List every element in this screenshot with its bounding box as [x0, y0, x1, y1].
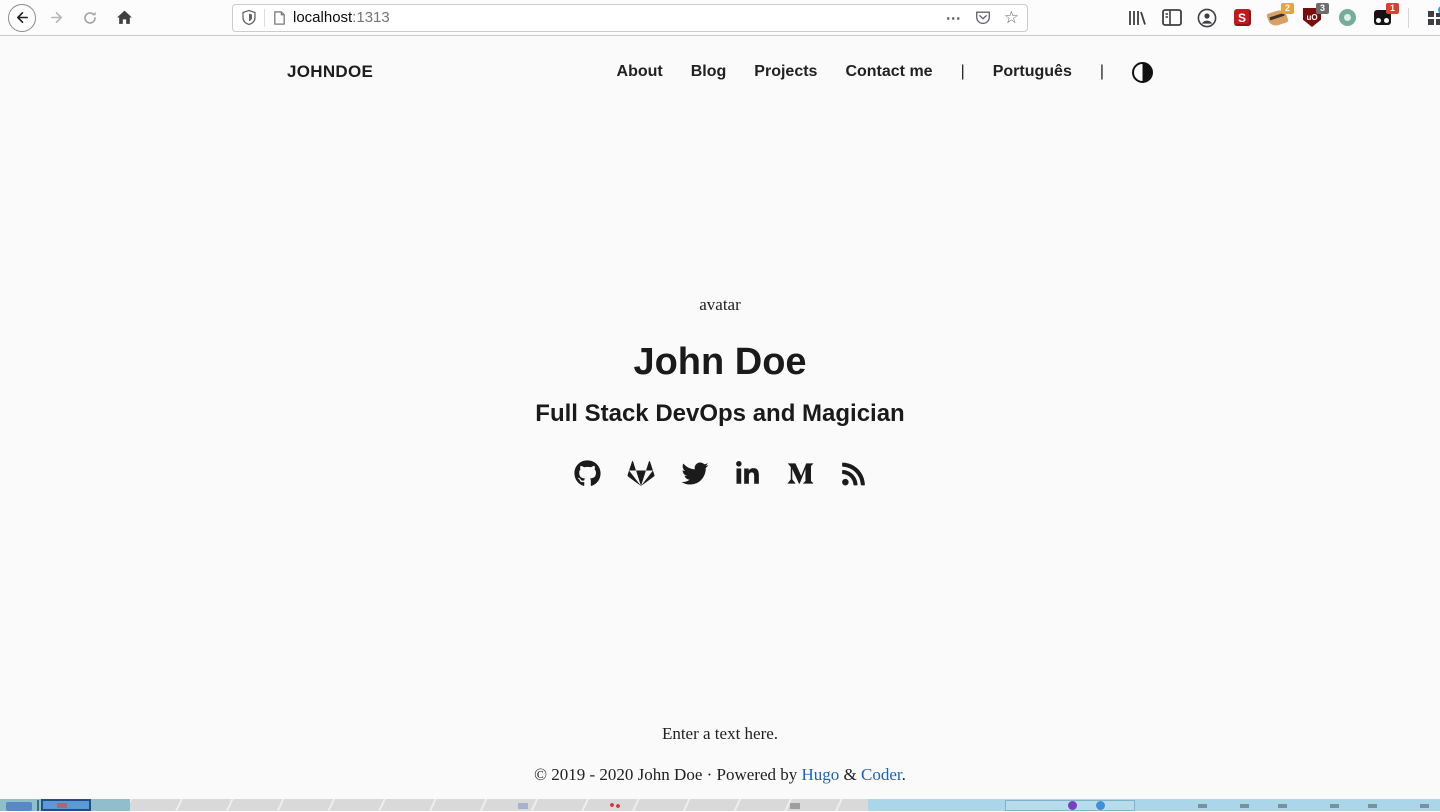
nav-projects[interactable]: Projects — [754, 63, 817, 81]
tracking-protection-shield-icon[interactable] — [241, 9, 257, 26]
home-button[interactable] — [110, 4, 138, 32]
taskbar-dash — [1420, 804, 1429, 808]
url-port: :1313 — [352, 9, 390, 26]
taskbar-purple-circle-icon[interactable] — [1068, 801, 1077, 810]
bookmark-star-icon[interactable]: ☆ — [1004, 9, 1019, 26]
rss-icon — [841, 461, 866, 487]
hugo-link[interactable]: Hugo — [802, 765, 840, 784]
taskbar-red-dots — [610, 803, 620, 808]
arrow-left-icon — [15, 10, 30, 25]
library-books-icon — [1127, 9, 1147, 27]
reload-icon — [82, 10, 98, 26]
url-bar[interactable]: localhost:1313 ⋯ ☆ — [232, 4, 1028, 32]
taskbar-blue-circle-icon[interactable] — [1096, 801, 1105, 810]
grid-extension-icon[interactable] — [1424, 7, 1440, 29]
grid-blocks-icon — [1427, 10, 1440, 26]
url-text[interactable]: localhost:1313 — [293, 9, 946, 26]
home-icon — [116, 9, 133, 26]
medium-icon — [786, 460, 815, 487]
taskbar-mark — [790, 803, 800, 809]
person-circle-icon — [1197, 8, 1217, 28]
avatar-broken-image: avatar — [0, 295, 1440, 315]
forward-button[interactable] — [42, 4, 70, 32]
main-nav: About Blog Projects Contact me | Portugu… — [617, 62, 1153, 83]
hero-name: John Doe — [0, 341, 1440, 384]
copyright-text: © 2019 - 2020 John Doe · Powered by — [534, 765, 801, 784]
browser-toolbar: localhost:1313 ⋯ ☆ — [0, 0, 1440, 36]
github-icon — [574, 460, 601, 487]
nav-language-portugues[interactable]: Português — [993, 63, 1072, 81]
rss-link[interactable] — [841, 461, 866, 487]
green-circle-extension-icon[interactable] — [1336, 7, 1358, 29]
taskbar-divider — [37, 800, 39, 811]
taskbar-dash — [1330, 804, 1339, 808]
toolbar-extension-area: S 2 uO 3 1 — [1126, 7, 1440, 29]
coder-link[interactable]: Coder — [861, 765, 902, 784]
taskbar-dash — [1198, 804, 1207, 808]
reload-button[interactable] — [76, 4, 104, 32]
linkedin-icon — [735, 461, 760, 487]
privacy-badger-badge: 2 — [1281, 3, 1294, 14]
gitlab-link[interactable] — [627, 460, 655, 487]
page-actions-icon[interactable]: ⋯ — [946, 9, 962, 27]
s-glyph: S — [1234, 9, 1251, 26]
footer-blurb: Enter a text here. — [0, 724, 1440, 744]
pocket-icon[interactable] — [974, 9, 992, 27]
taskbar-dash — [1240, 804, 1249, 808]
url-host: localhost — [293, 9, 352, 26]
site-header: JOHNDOE About Blog Projects Contact me |… — [287, 51, 1153, 93]
sidebar-icon — [1162, 9, 1182, 26]
taskbar-gray-segment — [130, 799, 868, 811]
copyright-line: © 2019 - 2020 John Doe · Powered by Hugo… — [0, 765, 1440, 785]
hero-tagline: Full Stack DevOps and Magician — [0, 400, 1440, 428]
account-icon[interactable] — [1196, 7, 1218, 29]
site-footer: Enter a text here. © 2019 - 2020 John Do… — [0, 724, 1440, 799]
taskbar-dash — [1368, 804, 1377, 808]
dark-mode-toggle-icon[interactable] — [1132, 62, 1153, 83]
nav-separator: | — [1100, 63, 1104, 81]
ublock-origin-extension-icon[interactable]: uO 3 — [1301, 7, 1323, 29]
page-info-icon[interactable] — [272, 10, 287, 26]
shortkeys-extension-icon[interactable]: S — [1231, 7, 1253, 29]
linkedin-link[interactable] — [735, 461, 760, 487]
copyright-period: . — [902, 765, 906, 784]
gitlab-icon — [627, 460, 655, 487]
copyright-joiner: & — [839, 765, 861, 784]
urlbar-separator — [264, 9, 265, 27]
twitter-link[interactable] — [681, 460, 709, 487]
taskbar-dash — [1278, 804, 1287, 808]
taskbar-blue-segment — [868, 799, 1440, 811]
notifier-badge: 1 — [1386, 3, 1399, 14]
taskbar-mark — [518, 803, 528, 809]
twitter-icon — [681, 460, 709, 487]
nav-blog[interactable]: Blog — [691, 63, 727, 81]
nav-about[interactable]: About — [617, 63, 663, 81]
medium-link[interactable] — [786, 460, 815, 487]
hero-section: avatar John Doe Full Stack DevOps and Ma… — [0, 295, 1440, 487]
taskbar-active-window-button[interactable] — [41, 799, 91, 811]
privacy-badger-extension-icon[interactable]: 2 — [1266, 7, 1288, 29]
library-icon[interactable] — [1126, 7, 1148, 29]
github-link[interactable] — [574, 460, 601, 487]
ublock-badge: 3 — [1316, 3, 1329, 14]
notifier-extension-icon[interactable]: 1 — [1371, 7, 1393, 29]
nav-contact[interactable]: Contact me — [845, 63, 932, 81]
arrow-right-icon — [49, 10, 64, 25]
back-button[interactable] — [8, 4, 36, 32]
site-logo[interactable]: JOHNDOE — [287, 62, 373, 82]
green-ring-icon — [1339, 9, 1356, 26]
toolbar-separator — [1408, 8, 1409, 28]
nav-separator: | — [961, 63, 965, 81]
sidebar-toggle-icon[interactable] — [1161, 7, 1183, 29]
webpage: JOHNDOE About Blog Projects Contact me |… — [0, 36, 1440, 799]
social-links — [0, 460, 1440, 487]
taskbar-start-blob[interactable] — [6, 802, 32, 811]
os-taskbar[interactable] — [0, 799, 1440, 811]
